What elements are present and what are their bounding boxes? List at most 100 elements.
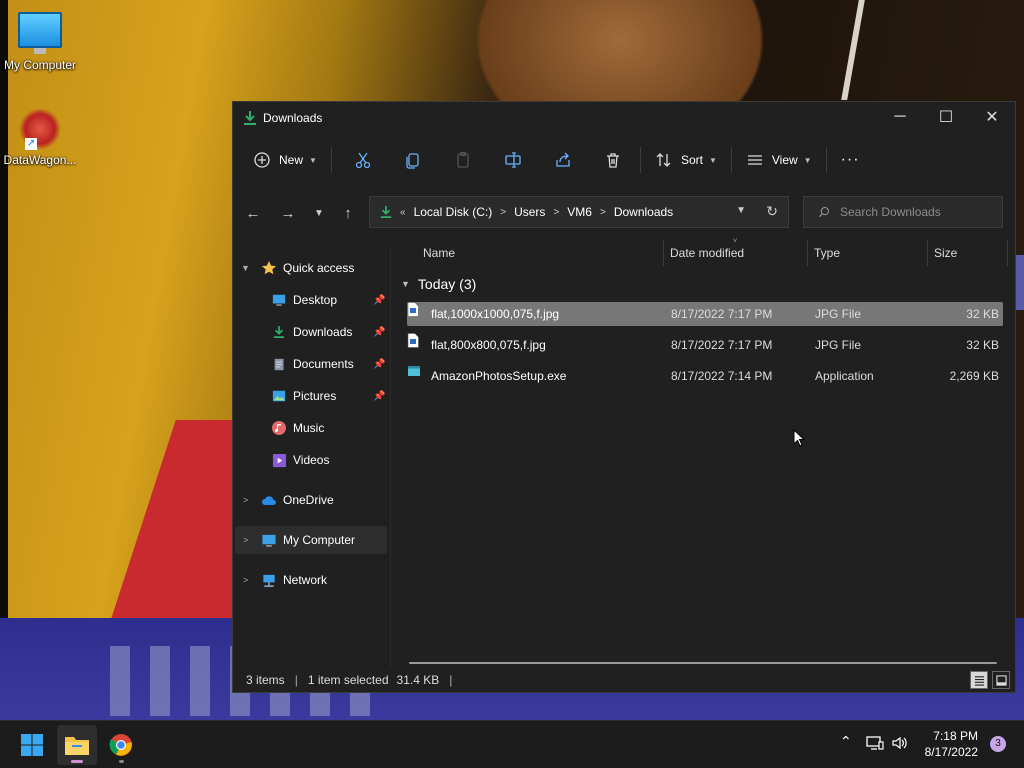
sidebar-item-music[interactable]: Music (271, 414, 324, 442)
column-divider[interactable] (663, 240, 664, 266)
item-count: 3 items (246, 673, 285, 687)
up-button[interactable]: ↑ (334, 199, 362, 227)
sidebar-item-quick-access[interactable]: ▼ Quick access (241, 254, 354, 282)
star-icon (261, 260, 277, 276)
forward-button[interactable]: → (274, 199, 302, 227)
pin-icon[interactable]: 📌 (373, 327, 385, 338)
sidebar-item-videos[interactable]: Videos (271, 446, 329, 474)
group-header-today[interactable]: ▼ Today (3) (401, 276, 476, 292)
close-button[interactable]: ✕ (969, 102, 1015, 132)
sidebar-label: Quick access (283, 261, 355, 275)
network-status-icon[interactable] (866, 735, 884, 754)
chevron-right-icon: > (243, 495, 249, 505)
download-icon (271, 324, 287, 340)
desktop-icon (271, 292, 287, 308)
sidebar-item-documents[interactable]: Documents 📌 (271, 350, 385, 378)
taskbar: ⌃ 7:18 PM 8/17/2022 3 (0, 720, 1024, 768)
file-date: 8/17/2022 7:14 PM (671, 369, 773, 383)
refresh-icon[interactable]: ↻ (766, 203, 778, 220)
back-button[interactable]: ← (239, 199, 267, 227)
chevron-down-icon: ▼ (708, 155, 717, 165)
rename-button[interactable] (496, 144, 530, 176)
more-options-button[interactable]: ··· (833, 144, 868, 176)
column-header-size[interactable]: Size (934, 236, 957, 270)
notification-badge[interactable]: 3 (990, 736, 1006, 752)
copy-button[interactable] (396, 144, 430, 176)
status-bar: 3 items | 1 item selected 31.4 KB | (233, 668, 1015, 692)
music-icon (271, 420, 287, 436)
chevron-right-icon: > (553, 206, 560, 218)
column-header-name[interactable]: Name (423, 236, 455, 270)
sort-indicator-icon: ˅ (733, 238, 738, 245)
start-button[interactable] (12, 725, 52, 765)
sidebar-item-onedrive[interactable]: > OneDrive (241, 486, 334, 514)
cut-button[interactable] (346, 144, 380, 176)
breadcrumb-downloads[interactable]: Downloads (614, 205, 673, 219)
desktop-icon-my-computer[interactable]: My Computer (0, 12, 80, 72)
mouse-cursor-icon (793, 429, 805, 447)
chevron-down-icon: ▼ (309, 155, 317, 165)
column-header-type[interactable]: Type (814, 236, 840, 270)
show-hidden-icons-chevron-icon[interactable]: ⌃ (840, 733, 852, 750)
horizontal-scrollbar[interactable] (409, 662, 997, 664)
videos-icon (271, 452, 287, 468)
maximize-button[interactable]: ☐ (923, 102, 969, 132)
download-icon (244, 111, 256, 125)
pin-icon[interactable]: 📌 (373, 295, 385, 306)
chevron-right-icon: > (599, 206, 606, 218)
chrome-icon (109, 734, 132, 756)
address-dropdown-icon[interactable]: ▼ (736, 205, 746, 216)
details-view-button[interactable] (970, 671, 988, 689)
sidebar-label: Network (283, 573, 328, 587)
volume-icon[interactable] (891, 735, 909, 754)
column-divider[interactable] (807, 240, 808, 266)
folder-icon (65, 737, 89, 755)
sidebar-item-downloads[interactable]: Downloads 📌 (271, 318, 385, 346)
address-overflow[interactable]: « (400, 207, 406, 218)
search-box[interactable] (803, 196, 1003, 228)
delete-button[interactable] (596, 144, 630, 176)
paste-button[interactable] (446, 144, 480, 176)
pin-icon[interactable]: 📌 (373, 359, 385, 370)
file-explorer-window: Downloads ─ ☐ ✕ New ▼ Sort ▼ View ▼ ··· … (232, 101, 1016, 693)
trash-icon (606, 153, 619, 168)
scissors-icon (355, 152, 371, 169)
new-button[interactable]: New ▼ (245, 144, 325, 176)
clock-time: 7:18 PM (933, 729, 978, 743)
search-input[interactable] (838, 204, 992, 220)
pane-divider[interactable] (390, 248, 391, 668)
taskbar-chrome[interactable] (101, 725, 141, 765)
sort-label: Sort (680, 153, 703, 167)
taskbar-file-explorer[interactable] (57, 725, 97, 765)
share-button[interactable] (546, 144, 580, 176)
column-divider[interactable] (1007, 240, 1008, 266)
breadcrumb-local-disk[interactable]: Local Disk (C:) (414, 205, 493, 219)
window-title: Downloads (263, 111, 323, 125)
download-icon (380, 206, 392, 218)
view-button[interactable]: View ▼ (738, 144, 820, 176)
wallpaper-shape (1016, 255, 1024, 310)
sidebar-item-network[interactable]: > Network (241, 566, 327, 594)
system-clock[interactable]: 7:18 PM 8/17/2022 (925, 728, 978, 760)
minimize-button[interactable]: ─ (877, 102, 923, 132)
command-bar: New ▼ Sort ▼ View ▼ ··· (233, 140, 1015, 180)
sidebar-label: Desktop (293, 293, 338, 307)
breadcrumb-vm6[interactable]: VM6 (567, 205, 592, 219)
sort-button[interactable]: Sort ▼ (647, 144, 725, 176)
plus-circle-icon (254, 152, 270, 168)
table-row[interactable]: flat,1000x1000,075,f.jpg 8/17/2022 7:17 … (407, 302, 1003, 326)
sidebar-item-desktop[interactable]: Desktop 📌 (271, 286, 385, 314)
title-bar[interactable]: Downloads ─ ☐ ✕ (233, 102, 1015, 134)
address-bar[interactable]: « Local Disk (C:) > Users > VM6 > Downlo… (369, 196, 789, 228)
network-icon (261, 572, 277, 588)
table-row[interactable]: AmazonPhotosSetup.exe 8/17/2022 7:14 PM … (407, 364, 1003, 388)
recent-locations-button[interactable]: ▼ (305, 199, 333, 227)
column-divider[interactable] (927, 240, 928, 266)
desktop-icon-datawagon[interactable]: ↗ DataWagon... (0, 108, 80, 167)
table-row[interactable]: flat,800x800,075,f.jpg 8/17/2022 7:17 PM… (407, 333, 1003, 357)
sidebar-item-pictures[interactable]: Pictures 📌 (271, 382, 385, 410)
breadcrumb-users[interactable]: Users (514, 205, 545, 219)
pin-icon[interactable]: 📌 (373, 391, 385, 402)
sidebar-item-my-computer[interactable]: > My Computer (241, 526, 355, 554)
tiles-view-button[interactable] (992, 671, 1010, 689)
